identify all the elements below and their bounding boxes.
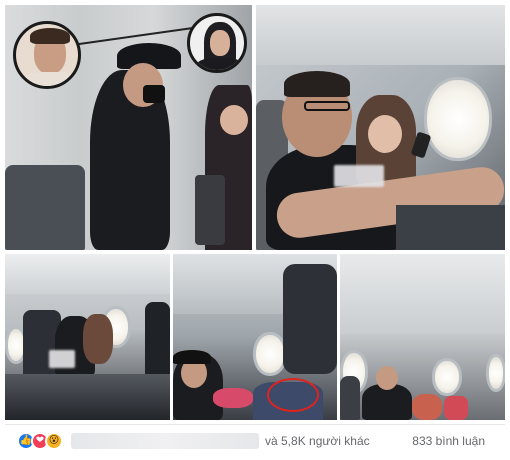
post-photo-4[interactable] — [173, 254, 337, 420]
cap — [173, 350, 211, 364]
censored-blur — [334, 165, 384, 187]
woman-red-top — [412, 394, 442, 420]
cabin-door-panel — [195, 175, 225, 245]
pink-pillow — [213, 388, 253, 408]
pillow — [444, 396, 468, 420]
glasses — [304, 101, 350, 111]
woman-face — [368, 115, 402, 153]
seat — [340, 376, 360, 420]
overhead-bins — [256, 5, 505, 65]
censored-blur — [49, 350, 75, 368]
post-photo-1[interactable] — [5, 5, 252, 250]
post-photo-3[interactable] — [5, 254, 170, 420]
man-hair — [284, 71, 350, 97]
seatbacks — [5, 374, 170, 420]
cabin-window — [253, 332, 287, 376]
wow-icon[interactable]: 😮 — [45, 431, 63, 450]
highlight-circle — [267, 378, 319, 412]
inset-avatar-man — [13, 21, 81, 89]
cabin-window — [486, 354, 505, 392]
face-mask — [143, 85, 165, 103]
post-photo-2[interactable] — [256, 5, 505, 250]
cabin-window — [432, 358, 462, 396]
post-photo-5[interactable] — [340, 254, 505, 420]
woman — [83, 314, 113, 364]
cabin-window — [424, 77, 492, 161]
seat — [5, 165, 85, 250]
overhead-bins — [5, 254, 170, 294]
overhead-bins — [340, 254, 505, 334]
armrest — [396, 205, 505, 250]
reactor-names-blurred[interactable] — [71, 432, 259, 449]
photo-grid — [0, 0, 510, 422]
reaction-count-text[interactable]: và 5,8K người khác — [265, 434, 370, 448]
man-face — [376, 366, 398, 390]
seat — [283, 264, 337, 374]
comment-count[interactable]: 833 bình luận — [412, 434, 485, 448]
reaction-bar: 👍 ❤ 😮 và 5,8K người khác 833 bình luận — [5, 424, 505, 456]
woman-face — [220, 105, 248, 135]
reaction-icons[interactable]: 👍 ❤ 😮 — [17, 431, 63, 450]
inset-avatar-woman — [187, 13, 247, 73]
